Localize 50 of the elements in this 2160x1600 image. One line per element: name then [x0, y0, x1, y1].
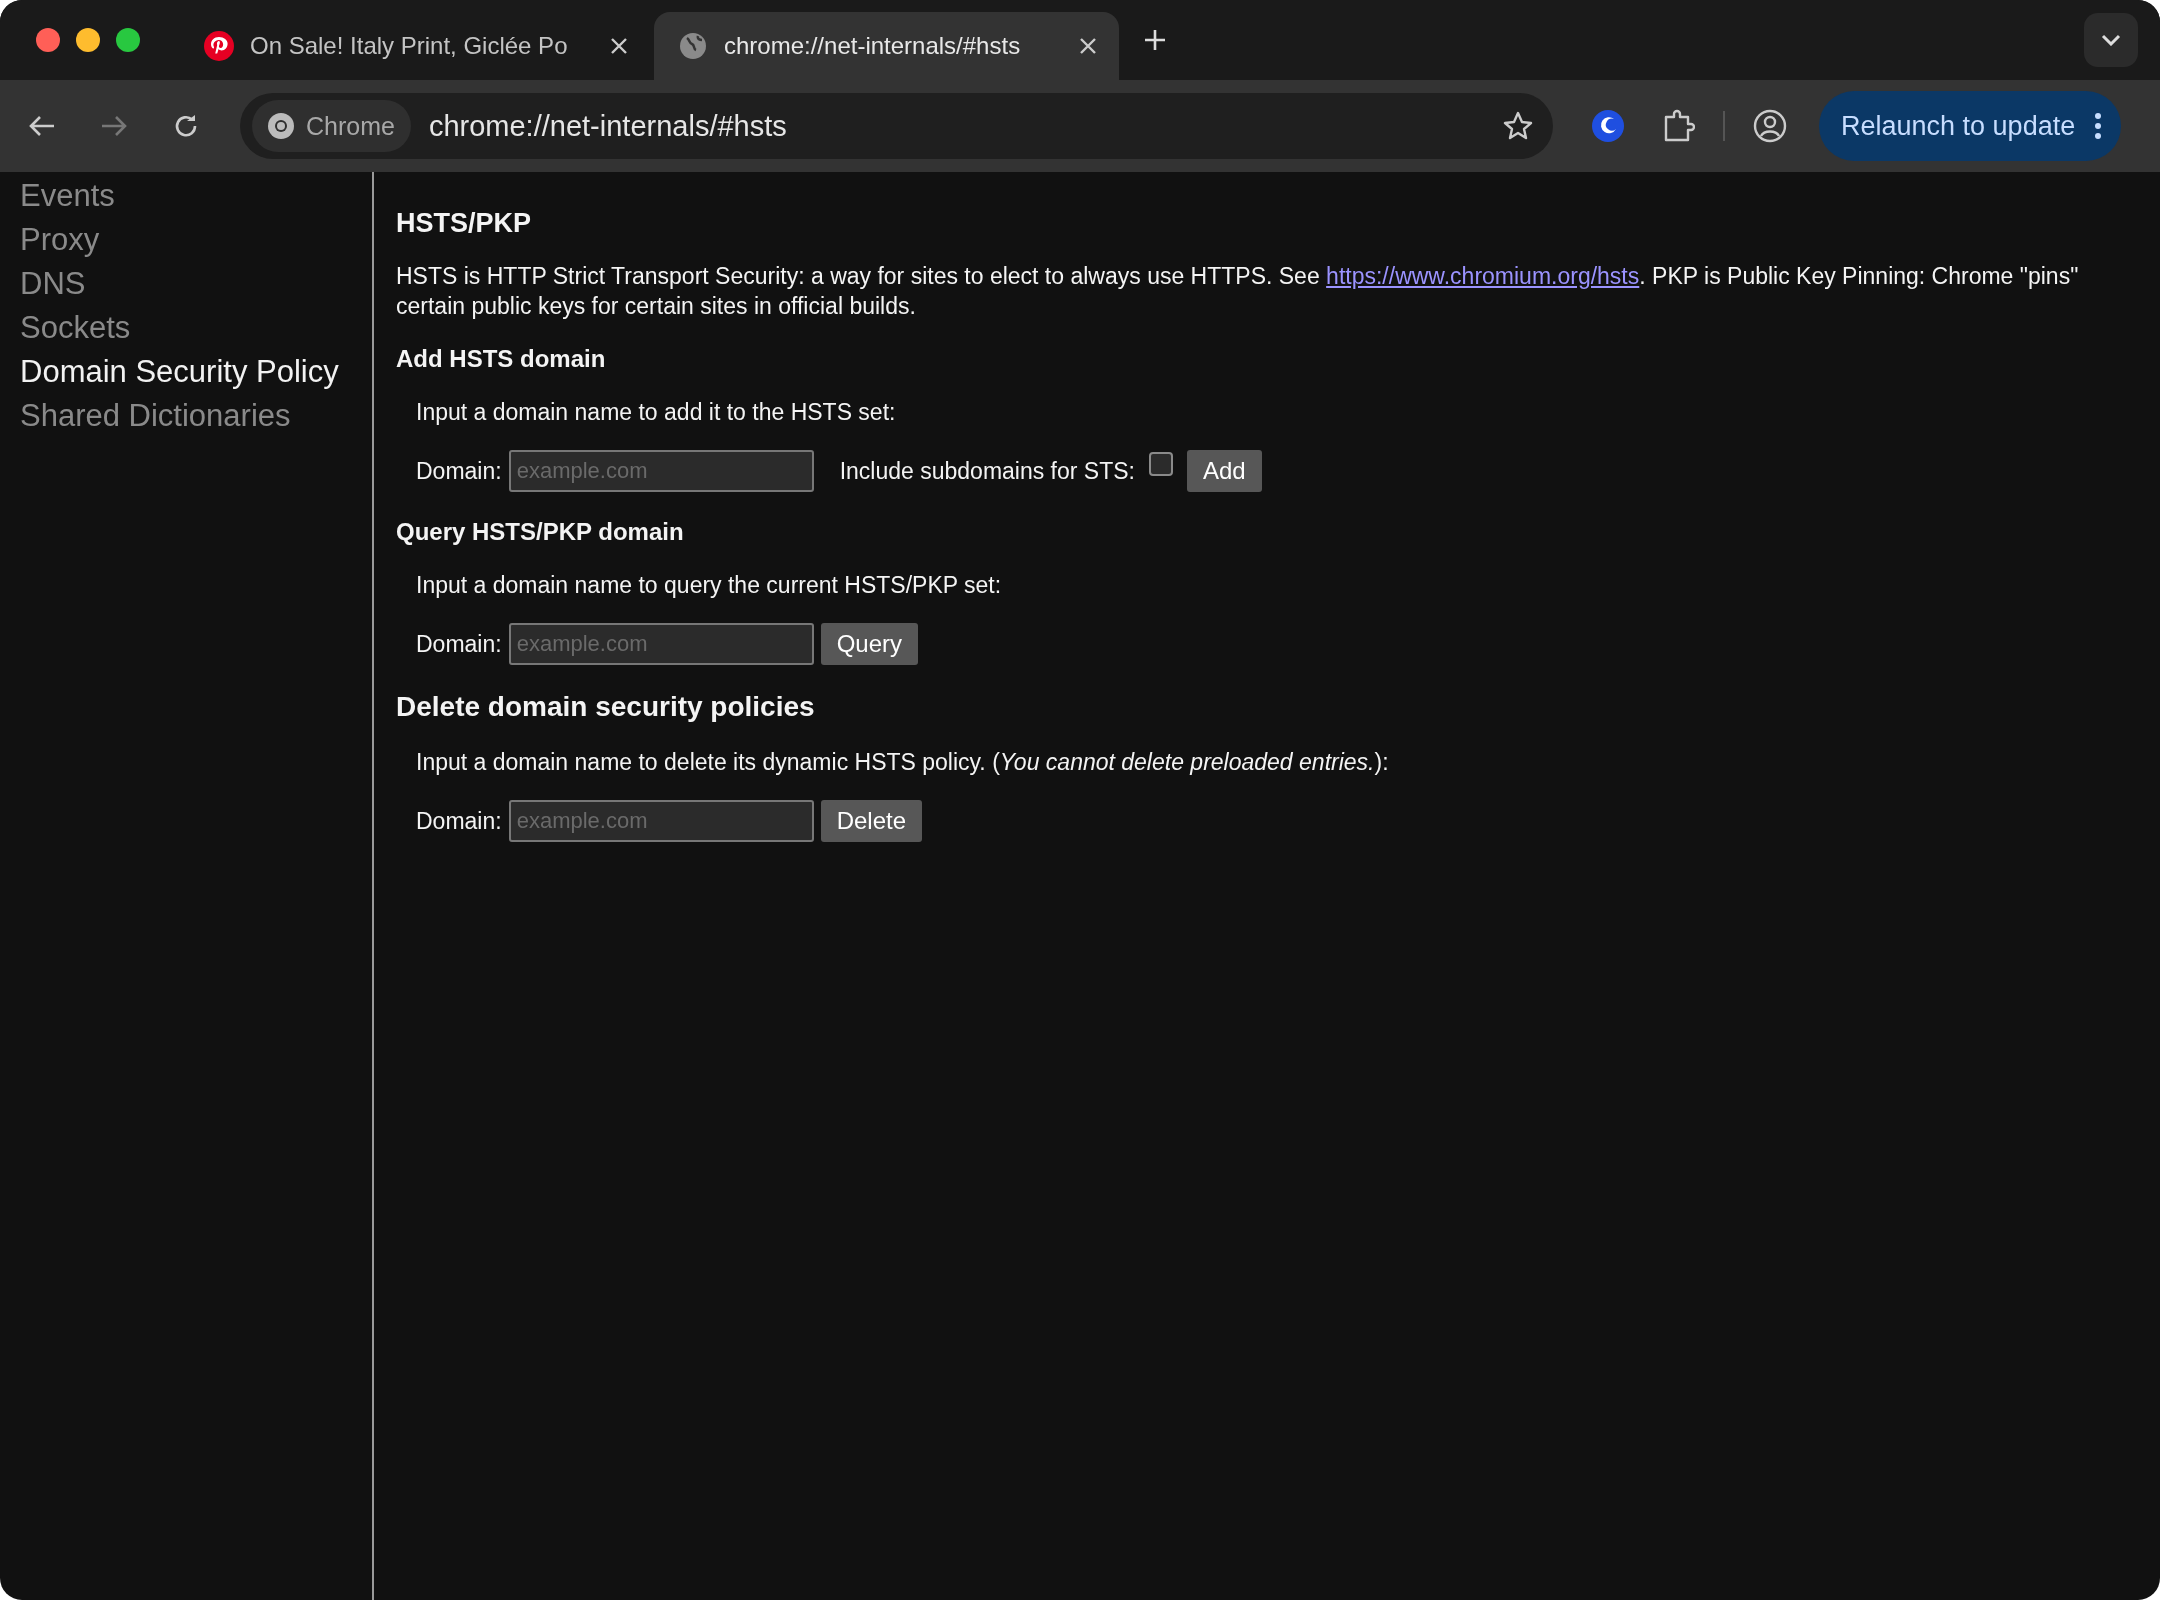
field-label: Domain:: [416, 630, 502, 658]
address-bar[interactable]: Chrome chrome://net-internals/#hsts: [240, 93, 1553, 159]
instruction-text: Input a domain name to delete its dynamic HSTS policy. (You cannot delete preloaded entries.):: [416, 749, 1390, 776]
sidebar-item[interactable]: Sockets: [0, 306, 372, 350]
hsts-link[interactable]: https://www.chromium.org/hsts: [1326, 263, 1640, 289]
chevron-down-icon: [2101, 34, 2121, 46]
site-info-chip[interactable]: Chrome: [252, 100, 411, 152]
more-vertical-icon: [2095, 113, 2102, 139]
puzzle-icon[interactable]: [1663, 109, 1695, 143]
pin-logo-icon: [204, 31, 234, 61]
subdomains-checkbox[interactable]: [1149, 452, 1173, 476]
browser-tab[interactable]: chrome://net-internals/#hsts: [654, 12, 1119, 80]
checkbox-label: Include subdomains for STS:: [839, 457, 1135, 485]
tab-search-button[interactable]: [2084, 13, 2138, 67]
minimize-window-icon[interactable]: [76, 28, 100, 52]
sidebar-item[interactable]: Shared Dictionaries: [0, 394, 372, 438]
globe-icon: [678, 31, 708, 61]
url-text: chrome://net-internals/#hsts: [428, 109, 788, 143]
action-button[interactable]: Add: [1187, 450, 1262, 492]
close-icon[interactable]: [1079, 37, 1097, 55]
sidebar-item[interactable]: Proxy: [0, 218, 372, 262]
field-label: Domain:: [416, 807, 502, 835]
action-button[interactable]: Query: [820, 623, 918, 665]
section-heading: Delete domain security policies: [396, 691, 816, 723]
extension-orb-icon[interactable]: [1591, 109, 1625, 143]
profile-icon[interactable]: [1753, 109, 1787, 143]
field-label: Domain:: [416, 457, 502, 485]
close-window-icon[interactable]: [36, 28, 60, 52]
plus-icon[interactable]: [1143, 28, 1167, 52]
intro-paragraph: HSTS is HTTP Strict Transport Security: a way for sites to elect to always use HTTPS. See https://www.chromium.org/hsts. PKP is Public Key Pinning: Chrome "pins" certain public keys for certain sites in official builds.: [396, 262, 2080, 321]
browser-tab[interactable]: On Sale! Italy Print, Giclée Po: [180, 12, 650, 80]
sidebar-item[interactable]: Domain Security Policy: [0, 350, 372, 394]
page-title: HSTS/PKP: [396, 208, 533, 239]
relaunch-button[interactable]: Relaunch to update: [1819, 91, 2122, 161]
star-icon[interactable]: [1503, 111, 1533, 141]
chrome-logo-icon: [266, 111, 296, 141]
close-icon[interactable]: [610, 37, 628, 55]
domain-input[interactable]: example.com: [508, 450, 814, 492]
sidebar-item[interactable]: Events: [0, 174, 372, 218]
section-heading: Query HSTS/PKP domain: [396, 518, 685, 546]
forward-icon[interactable]: [100, 114, 128, 138]
domain-input[interactable]: example.com: [508, 800, 814, 842]
section-heading: Add HSTS domain: [396, 345, 607, 373]
action-button[interactable]: Delete: [820, 800, 923, 842]
instruction-text: Input a domain name to query the current HSTS/PKP set:: [416, 572, 1003, 599]
domain-input[interactable]: example.com: [508, 623, 814, 665]
instruction-text: Input a domain name to add it to the HSTS set:: [416, 399, 897, 426]
zoom-window-icon[interactable]: [116, 28, 140, 52]
back-icon[interactable]: [28, 114, 56, 138]
sidebar-item[interactable]: DNS: [0, 262, 372, 306]
